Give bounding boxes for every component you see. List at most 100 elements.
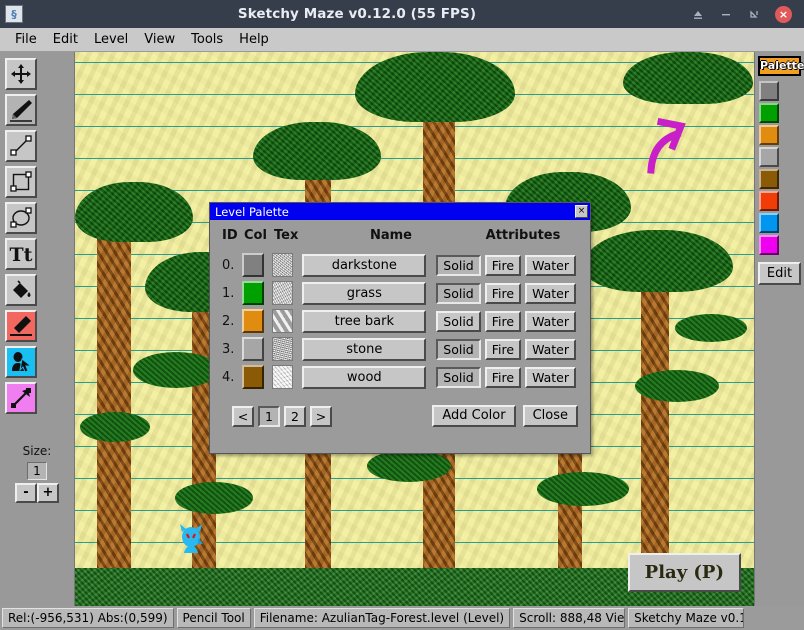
- dialog-close-icon[interactable]: ×: [575, 205, 588, 218]
- page-2-button[interactable]: 2: [284, 405, 306, 427]
- attr-fire-button[interactable]: Fire: [484, 310, 522, 332]
- swatch-green[interactable]: [759, 103, 779, 123]
- app-icon: §: [5, 5, 23, 23]
- swatch-brown[interactable]: [759, 169, 779, 189]
- swatch-red[interactable]: [759, 191, 779, 211]
- tree-trunk: [641, 280, 669, 570]
- table-row: 2. tree bark Solid Fire Water: [222, 309, 580, 333]
- rectangle-tool-button[interactable]: [5, 166, 37, 198]
- line-tool-button[interactable]: [5, 130, 37, 162]
- swatch-cyan[interactable]: [759, 213, 779, 233]
- row-name-input[interactable]: wood: [302, 365, 427, 389]
- version-cell: Sketchy Maze v0.12.0: [628, 608, 745, 628]
- row-color-swatch[interactable]: [241, 365, 264, 389]
- maximize-icon[interactable]: [747, 7, 761, 21]
- attr-water-button[interactable]: Water: [525, 254, 577, 276]
- header-attributes: Attributes: [485, 228, 561, 243]
- attr-water-button[interactable]: Water: [525, 338, 577, 360]
- close-icon[interactable]: ×: [775, 5, 792, 23]
- row-color-swatch[interactable]: [241, 337, 264, 361]
- tree-foliage: [175, 482, 253, 514]
- attr-fire-button[interactable]: Fire: [484, 366, 522, 388]
- swatch-grey[interactable]: [759, 81, 779, 101]
- row-texture-thumb[interactable]: [271, 365, 294, 389]
- dialog-title-bar[interactable]: Level Palette ×: [210, 203, 590, 220]
- swatch-lightgrey[interactable]: [759, 147, 779, 167]
- minimize-icon[interactable]: [719, 7, 733, 21]
- attr-fire-button[interactable]: Fire: [484, 282, 522, 304]
- row-name-input[interactable]: stone: [302, 337, 427, 361]
- shade-icon[interactable]: [691, 7, 705, 21]
- eraser-tool-button[interactable]: [5, 310, 37, 342]
- swatch-magenta[interactable]: [759, 235, 779, 255]
- flood-fill-tool-button[interactable]: [5, 274, 37, 306]
- link-tool-button[interactable]: [5, 382, 37, 414]
- title-bar: § Sketchy Maze v0.12.0 (55 FPS) ×: [0, 0, 804, 28]
- attr-solid-button[interactable]: Solid: [436, 338, 481, 360]
- row-attributes: Solid Fire Water: [436, 338, 580, 360]
- row-texture-thumb[interactable]: [271, 253, 294, 277]
- app-window: § Sketchy Maze v0.12.0 (55 FPS) × File E…: [0, 0, 804, 630]
- row-attributes: Solid Fire Water: [436, 310, 580, 332]
- menu-tools[interactable]: Tools: [183, 30, 231, 50]
- add-color-button[interactable]: Add Color: [432, 405, 516, 427]
- row-color-swatch[interactable]: [241, 253, 264, 277]
- size-label: Size:: [22, 444, 52, 458]
- tree-foliage: [133, 352, 219, 388]
- eraser-icon: [8, 313, 34, 339]
- header-id: ID: [222, 228, 238, 243]
- attr-fire-button[interactable]: Fire: [484, 254, 522, 276]
- row-texture-thumb[interactable]: [271, 309, 294, 333]
- pencil-tool-button[interactable]: [5, 94, 37, 126]
- palette-swatch-grid: [758, 80, 801, 256]
- row-color-swatch[interactable]: [241, 281, 264, 305]
- left-toolbar: Tt Size: 1 - +: [0, 52, 75, 606]
- attr-solid-button[interactable]: Solid: [436, 254, 481, 276]
- ellipse-tool-button[interactable]: [5, 202, 37, 234]
- menu-file[interactable]: File: [7, 30, 45, 50]
- attr-solid-button[interactable]: Solid: [436, 366, 481, 388]
- menu-level[interactable]: Level: [86, 30, 136, 50]
- close-button[interactable]: Close: [522, 405, 578, 427]
- palette-edit-button[interactable]: Edit: [758, 262, 801, 285]
- palette-panel: Palette Edit: [754, 52, 804, 606]
- tree-canopy: [253, 122, 381, 180]
- header-col: Col: [244, 228, 267, 243]
- size-decrease-button[interactable]: -: [15, 483, 37, 503]
- menu-view[interactable]: View: [136, 30, 183, 50]
- attr-water-button[interactable]: Water: [525, 310, 577, 332]
- row-id: 4.: [222, 369, 235, 385]
- row-attributes: Solid Fire Water: [436, 254, 580, 276]
- attr-fire-button[interactable]: Fire: [484, 338, 522, 360]
- tree-canopy: [583, 230, 733, 292]
- menu-help[interactable]: Help: [231, 30, 277, 50]
- pan-tool-button[interactable]: [5, 58, 37, 90]
- menu-edit[interactable]: Edit: [45, 30, 86, 50]
- azulian-actor[interactable]: [178, 522, 204, 554]
- attr-water-button[interactable]: Water: [525, 366, 577, 388]
- page-prev-button[interactable]: <: [232, 405, 254, 427]
- page-next-button[interactable]: >: [310, 405, 332, 427]
- row-id: 3.: [222, 341, 235, 357]
- row-color-swatch[interactable]: [241, 309, 264, 333]
- actor-tool-button[interactable]: [5, 346, 37, 378]
- size-increase-button[interactable]: +: [37, 483, 59, 503]
- play-button[interactable]: Play (P): [627, 553, 741, 592]
- attr-solid-button[interactable]: Solid: [436, 282, 481, 304]
- tool-cell: Pencil Tool: [176, 608, 251, 628]
- row-attributes: Solid Fire Water: [436, 366, 580, 388]
- row-texture-thumb[interactable]: [271, 337, 294, 361]
- actor-cursor-icon: [9, 350, 33, 374]
- window-title: Sketchy Maze v0.12.0 (55 FPS): [237, 6, 477, 22]
- swatch-orange[interactable]: [759, 125, 779, 145]
- row-name-input[interactable]: darkstone: [302, 253, 427, 277]
- row-name-input[interactable]: grass: [302, 281, 427, 305]
- row-texture-thumb[interactable]: [271, 281, 294, 305]
- arrow-doodle: [643, 114, 703, 174]
- attr-solid-button[interactable]: Solid: [436, 310, 481, 332]
- text-tool-button[interactable]: Tt: [5, 238, 37, 270]
- row-name-input[interactable]: tree bark: [302, 309, 427, 333]
- attr-water-button[interactable]: Water: [525, 282, 577, 304]
- page-1-button[interactable]: 1: [258, 405, 280, 427]
- table-header: ID Col Tex Name Attributes: [222, 228, 580, 243]
